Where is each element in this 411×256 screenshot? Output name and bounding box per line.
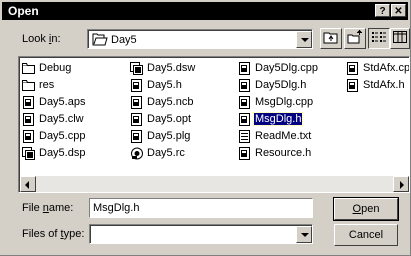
help-button[interactable]: ? xyxy=(375,4,390,17)
file-list-item[interactable]: Day5Dlg.cpp xyxy=(238,60,319,76)
cpp-file-icon xyxy=(238,146,252,160)
file-list-item-label: Day5.opt xyxy=(147,113,192,125)
file-list-item[interactable]: Day5.clw xyxy=(22,111,85,127)
file-list-item-label: MsgDlg.h xyxy=(252,112,304,126)
open-folder-icon xyxy=(92,33,108,49)
cpp-file-icon xyxy=(238,112,252,126)
file-list-item-label: Day5.ncb xyxy=(147,96,194,108)
file-list-item[interactable]: Day5.ncb xyxy=(130,94,194,110)
file-list-item-label: Day5Dlg.cpp xyxy=(255,62,318,74)
file-list-item-label: StdAfx.cpp xyxy=(363,62,409,74)
look-in-value: Day5 xyxy=(111,34,137,46)
look-in-label: Look in: xyxy=(22,33,61,45)
project-file-icon xyxy=(130,61,144,75)
file-list-item[interactable]: MsgDlg.h xyxy=(238,111,304,127)
file-type-dropdown[interactable] xyxy=(89,224,313,244)
look-in-dropdown-button[interactable] xyxy=(296,31,312,48)
cpp-file-icon xyxy=(22,112,36,126)
cpp-file-icon xyxy=(22,129,36,143)
file-list-item[interactable]: Day5.h xyxy=(130,77,183,93)
file-type-dropdown-button[interactable] xyxy=(296,226,312,243)
file-list-item-label: Day5.dsp xyxy=(39,147,86,159)
file-list-item-label: Day5.dsw xyxy=(147,62,196,74)
details-view-button[interactable] xyxy=(390,28,410,49)
file-list-item[interactable]: Day5.plg xyxy=(130,128,191,144)
close-button[interactable]: ✕ xyxy=(391,4,406,17)
open-dialog: Open ? ✕ Look in: Day5 StdAfx.h StdAfx.c… xyxy=(0,0,411,256)
file-list-item[interactable]: Debug xyxy=(22,60,72,76)
text-file-icon xyxy=(238,129,252,143)
file-list-item[interactable]: Day5.rc xyxy=(130,145,186,161)
cpp-file-icon xyxy=(130,129,144,143)
details-view-icon xyxy=(393,31,407,46)
open-button[interactable]: Open xyxy=(333,197,399,221)
cpp-file-icon xyxy=(346,78,360,92)
file-list-item-label: Day5.h xyxy=(147,79,182,91)
horizontal-scrollbar[interactable] xyxy=(20,176,409,192)
file-list-item[interactable]: Day5Dlg.h xyxy=(238,77,307,93)
list-view-button[interactable] xyxy=(368,28,390,49)
new-folder-button[interactable] xyxy=(344,28,366,49)
file-type-label: Files of type: xyxy=(22,228,84,240)
file-list-item[interactable]: Day5.dsw xyxy=(130,60,196,76)
file-type-label-suffix: ype: xyxy=(63,228,85,240)
up-folder-icon xyxy=(323,30,339,47)
file-list-item-label: Day5.aps xyxy=(39,96,86,108)
file-list-item[interactable]: StdAfx.cpp xyxy=(346,60,409,76)
file-list-item-label: Day5.cpp xyxy=(39,130,86,142)
resource-file-icon xyxy=(130,147,144,160)
look-in-dropdown[interactable]: Day5 xyxy=(87,29,313,49)
cancel-button[interactable]: Cancel xyxy=(334,224,398,246)
file-list-item[interactable]: Day5.aps xyxy=(22,94,86,110)
scroll-left-button[interactable] xyxy=(20,176,36,192)
cpp-file-icon xyxy=(22,95,36,109)
file-list-item[interactable]: Day5.cpp xyxy=(22,128,86,144)
new-folder-icon xyxy=(347,30,363,47)
cpp-file-icon xyxy=(130,95,144,109)
look-in-label-suffix: n: xyxy=(51,33,61,45)
file-list-item[interactable]: ReadMe.txt xyxy=(238,128,312,144)
file-list-item[interactable]: Day5.dsp xyxy=(22,145,86,161)
file-list-item-label: Day5.clw xyxy=(39,113,84,125)
file-list-item-label: MsgDlg.cpp xyxy=(255,96,314,108)
file-type-label-prefix: Files of xyxy=(22,228,61,240)
file-list-item-label: StdAfx.h xyxy=(363,79,405,91)
folder-icon xyxy=(22,79,36,92)
file-list-item-label: Resource.h xyxy=(255,147,312,159)
cpp-file-icon xyxy=(238,78,252,92)
scroll-right-button[interactable] xyxy=(393,176,409,192)
file-list-item-label: Day5Dlg.h xyxy=(255,79,307,91)
cpp-file-icon xyxy=(238,61,252,75)
window-title: Open xyxy=(8,4,39,18)
open-button-hotkey: O xyxy=(352,203,362,215)
file-name-input[interactable]: MsgDlg.h xyxy=(89,198,313,218)
file-list[interactable]: StdAfx.h StdAfx.cpp Resource.h ReadMe.txt Ms… xyxy=(18,56,410,193)
file-name-label-prefix: File xyxy=(22,202,43,214)
look-in-label-prefix: Look xyxy=(22,33,49,45)
file-list-item[interactable]: MsgDlg.cpp xyxy=(238,94,314,110)
file-list-item-label: res xyxy=(39,79,55,91)
cpp-file-icon xyxy=(130,112,144,126)
file-name-label-suffix: ame: xyxy=(48,202,74,214)
file-list-item[interactable]: res xyxy=(22,77,55,93)
file-list-item[interactable]: StdAfx.h xyxy=(346,77,406,93)
up-one-level-button[interactable] xyxy=(320,28,342,49)
file-list-item[interactable]: Resource.h xyxy=(238,145,312,161)
list-view-icon xyxy=(372,31,386,46)
cpp-file-icon xyxy=(346,61,360,75)
open-button-label: pen xyxy=(361,203,380,215)
file-list-item-label: ReadMe.txt xyxy=(255,130,312,142)
cpp-file-icon xyxy=(238,95,252,109)
title-bar[interactable]: Open ? ✕ xyxy=(2,2,408,20)
file-list-item-label: Debug xyxy=(39,62,72,74)
file-list-item[interactable]: Day5.opt xyxy=(130,111,192,127)
file-list-item-label: Day5.plg xyxy=(147,130,191,142)
folder-icon xyxy=(22,62,36,75)
file-name-label: File name: xyxy=(22,202,73,214)
file-list-item-label: Day5.rc xyxy=(147,147,185,159)
project-file-icon xyxy=(22,146,36,160)
cpp-file-icon xyxy=(130,78,144,92)
